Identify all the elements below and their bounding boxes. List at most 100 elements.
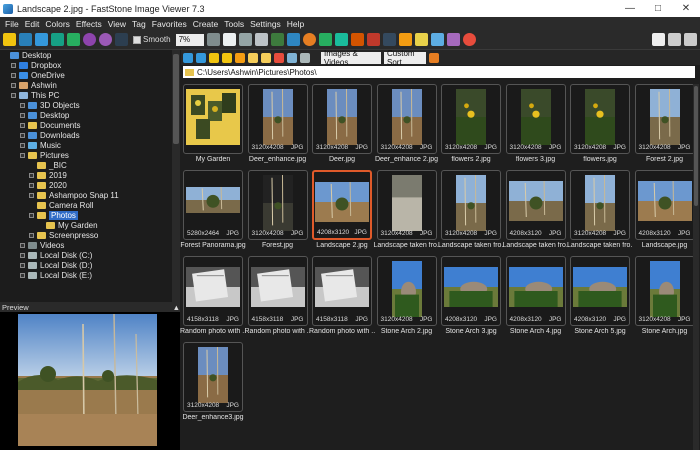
tree-item[interactable]: Downloads — [0, 130, 180, 140]
zoom-in-icon[interactable] — [83, 33, 96, 46]
back-icon[interactable] — [183, 52, 193, 63]
menu-view[interactable]: View — [105, 19, 129, 29]
tree-item[interactable]: Dropbox — [0, 60, 180, 70]
menu-tag[interactable]: Tag — [129, 19, 149, 29]
tree-item[interactable]: Videos — [0, 240, 180, 250]
menu-effects[interactable]: Effects — [73, 19, 105, 29]
expand-toggle-icon[interactable] — [29, 182, 34, 188]
color-icon[interactable] — [318, 33, 332, 46]
menu-edit[interactable]: Edit — [22, 19, 43, 29]
image-thumbnail[interactable]: 3120x4208 JPG Deer_enhance 2.jpg — [375, 84, 438, 166]
wallpaper-icon[interactable] — [430, 33, 444, 46]
smooth-checkbox[interactable] — [133, 35, 141, 44]
image-thumbnail[interactable]: 3120x4208 JPG Forest 2.jpg — [634, 84, 695, 166]
thumbnail-view-icon[interactable] — [287, 52, 297, 63]
expand-toggle-icon[interactable] — [20, 242, 25, 248]
layout-1-icon[interactable] — [652, 33, 665, 46]
expand-toggle-icon[interactable] — [11, 62, 16, 68]
expand-toggle-icon[interactable] — [20, 102, 25, 108]
menu-create[interactable]: Create — [190, 19, 222, 29]
acquire-icon[interactable] — [19, 33, 32, 46]
image-thumbnail[interactable]: 3120x4208 JPG Stone Arch 2.jpg — [376, 256, 437, 338]
tree-item[interactable]: Desktop — [0, 50, 180, 60]
close-button[interactable]: ✕ — [672, 0, 700, 17]
image-thumbnail[interactable]: 3120x4208 JPG flowers 2.jpg — [441, 84, 501, 166]
expand-toggle-icon[interactable] — [20, 132, 25, 138]
new-folder-icon[interactable] — [235, 52, 245, 63]
crop-icon[interactable] — [270, 33, 284, 46]
image-thumbnail[interactable]: 3120x4208 JPG Deer_enhance3.jpg — [182, 342, 244, 424]
expand-toggle-icon[interactable] — [20, 142, 25, 148]
brightness-icon[interactable] — [302, 33, 316, 46]
minimize-button[interactable]: — — [616, 0, 644, 17]
tree-item[interactable]: Music — [0, 140, 180, 150]
filter-select[interactable]: Images & Videos — [321, 49, 381, 67]
image-thumbnail[interactable]: 3120x4208 JPG Deer.jpg — [312, 84, 372, 166]
redeye-icon[interactable] — [350, 33, 364, 46]
menu-favorites[interactable]: Favorites — [149, 19, 190, 29]
grid-scrollbar[interactable] — [693, 84, 699, 450]
tree-item[interactable]: Screenpresso — [0, 230, 180, 240]
image-thumbnail[interactable]: 4208x3120 JPG Stone Arch 3.jpg — [441, 256, 501, 338]
sort-select[interactable]: Custom Sort — [384, 49, 426, 67]
sharpen-icon[interactable] — [334, 33, 348, 46]
menu-colors[interactable]: Colors — [42, 19, 73, 29]
image-thumbnail[interactable]: 4208x3120 JPG Landscape 2.jpg — [312, 170, 372, 252]
expand-toggle-icon[interactable] — [29, 192, 34, 198]
expand-toggle-icon[interactable] — [29, 212, 34, 218]
tree-item[interactable]: Ashwin — [0, 80, 180, 90]
image-thumbnail[interactable]: 4158x3118 JPG Random photo with ... — [180, 256, 246, 338]
compare-icon[interactable] — [446, 33, 460, 46]
tree-item[interactable]: Photos — [0, 210, 180, 220]
tree-item[interactable]: _BIC — [0, 160, 180, 170]
tree-item[interactable]: Local Disk (E:) — [0, 270, 180, 280]
image-thumbnail[interactable]: 3120x4208 JPG Landscape taken fro... — [567, 170, 633, 252]
tree-item[interactable]: Pictures — [0, 150, 180, 160]
open-file-icon[interactable] — [3, 33, 16, 46]
image-thumbnail[interactable]: 3120x4208 JPG Deer_enhance.jpg — [247, 84, 308, 166]
image-thumbnail[interactable]: 3120x4208 JPG Stone Arch.jpg — [634, 256, 695, 338]
image-thumbnail[interactable]: 3120x4208 JPG flowers.jpg — [570, 84, 630, 166]
tree-item[interactable]: 2020 — [0, 180, 180, 190]
save-icon[interactable] — [35, 33, 48, 46]
list-view-icon[interactable] — [300, 52, 310, 63]
image-thumbnail[interactable]: 3120x4208 JPG Landscape taken fro... — [374, 170, 440, 252]
forward-icon[interactable] — [196, 52, 206, 63]
tree-item[interactable]: Camera Roll — [0, 200, 180, 210]
menu-file[interactable]: File — [2, 19, 22, 29]
pan-hand-icon[interactable] — [222, 33, 236, 46]
tree-item[interactable]: This PC — [0, 90, 180, 100]
resize-icon[interactable] — [286, 33, 300, 46]
image-thumbnail[interactable]: 4208x3120 JPG Landscape.jpg — [634, 170, 695, 252]
copy-to-icon[interactable] — [248, 52, 258, 63]
expand-toggle-icon[interactable] — [29, 172, 34, 178]
move-to-icon[interactable] — [261, 52, 271, 63]
slideshow-icon[interactable] — [398, 33, 412, 46]
image-thumbnail[interactable]: 4158x3118 JPG Random photo with ... — [309, 256, 375, 338]
zoom-select[interactable]: 7% — [175, 33, 204, 46]
print-icon[interactable] — [67, 33, 80, 46]
favorites-folder-icon[interactable] — [222, 52, 232, 63]
maximize-button[interactable]: □ — [644, 0, 672, 17]
zoom-dropdown-icon[interactable] — [206, 33, 220, 46]
layout-2-icon[interactable] — [668, 33, 681, 46]
exit-icon[interactable] — [462, 33, 476, 46]
expand-toggle-icon[interactable] — [11, 72, 16, 78]
refresh-icon[interactable] — [429, 52, 439, 63]
email-icon[interactable] — [414, 33, 428, 46]
image-thumbnail[interactable]: 4208x3120 JPG Stone Arch 4.jpg — [505, 256, 566, 338]
tree-item[interactable]: My Garden — [0, 220, 180, 230]
save-as-icon[interactable] — [51, 33, 64, 46]
expand-toggle-icon[interactable] — [29, 232, 34, 238]
menu-settings[interactable]: Settings — [247, 19, 284, 29]
image-thumbnail[interactable]: 3120x4208 JPG Forest.jpg — [247, 170, 308, 252]
fit-icon[interactable] — [115, 33, 128, 46]
tree-item[interactable]: Local Disk (D:) — [0, 260, 180, 270]
tree-item[interactable]: 2019 — [0, 170, 180, 180]
rotate-right-icon[interactable] — [254, 33, 268, 46]
image-thumbnail[interactable]: 4208x3120 JPG Landscape taken fro... — [503, 170, 569, 252]
image-thumbnail[interactable]: 5280x2464 JPG Forest Panorama.jpg — [180, 170, 246, 252]
expand-toggle-icon[interactable] — [11, 92, 16, 98]
layout-3-icon[interactable] — [684, 33, 697, 46]
expand-toggle-icon[interactable] — [20, 262, 25, 268]
